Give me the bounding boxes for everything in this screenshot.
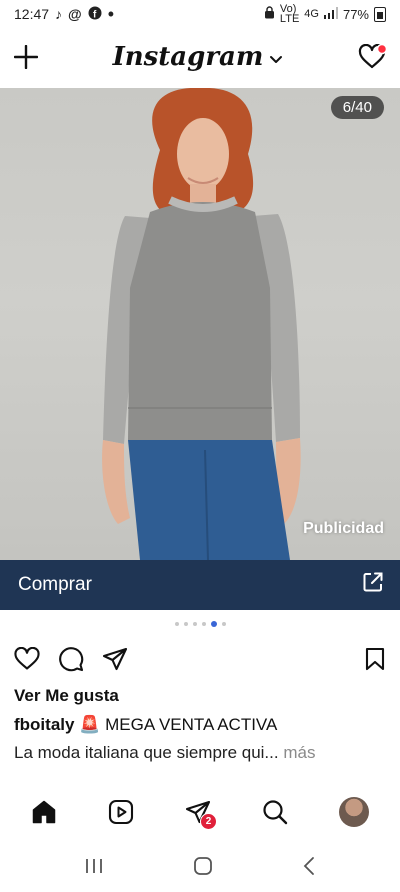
save-icon[interactable] — [364, 647, 386, 671]
facebook-icon: f — [88, 6, 102, 23]
like-icon[interactable] — [14, 647, 40, 671]
share-icon[interactable] — [102, 647, 128, 671]
siren-emoji: 🚨 — [79, 715, 101, 734]
profile-avatar[interactable] — [338, 797, 369, 827]
status-left: 12:47 ♪ @ f • — [14, 4, 115, 24]
instagram-logo: Instagram — [112, 42, 264, 72]
direct-icon[interactable]: 2 — [185, 800, 217, 830]
shop-now-label: Comprar — [18, 574, 92, 595]
home-icon[interactable] — [31, 799, 57, 825]
bottom-nav: 2 — [0, 790, 400, 834]
carousel-dot — [183, 622, 188, 626]
post-image[interactable]: 6/40 Publicidad — [0, 88, 400, 560]
notification-dot-icon: • — [107, 4, 115, 24]
home-button-icon[interactable] — [193, 856, 213, 881]
search-icon[interactable] — [262, 799, 288, 825]
caption-header: fboitaly 🚨 MEGA VENTA ACTIVA — [14, 715, 277, 735]
heart-icon[interactable] — [358, 44, 386, 70]
app-header: Instagram — [0, 28, 400, 86]
carousel-counter: 6/40 — [330, 96, 384, 119]
carousel-dot — [192, 622, 197, 626]
lock-icon — [264, 6, 275, 22]
carousel-dot — [201, 622, 206, 626]
direct-badge: 2 — [199, 813, 217, 830]
network-bottom: LTE — [279, 13, 300, 25]
post-username[interactable]: fboitaly — [14, 715, 74, 734]
caption-more-link[interactable]: más — [283, 743, 315, 762]
status-bar: 12:47 ♪ @ f • Vo) LTE 4G 77% — [0, 0, 400, 28]
network-indicator: Vo) LTE — [279, 4, 300, 25]
caption-text: La moda italiana que siempre qui... — [14, 743, 279, 762]
carousel-dot — [221, 622, 226, 626]
tiktok-icon: ♪ — [55, 6, 63, 22]
battery-text: 77% — [342, 6, 369, 22]
post-actions-left — [14, 646, 128, 672]
plus-icon[interactable] — [14, 45, 38, 69]
threads-icon: @ — [68, 6, 82, 22]
back-icon[interactable] — [302, 856, 316, 881]
external-link-icon — [362, 571, 384, 599]
shop-now-button[interactable]: Comprar — [0, 560, 400, 610]
instagram-logo-button[interactable]: Instagram — [113, 42, 284, 72]
battery-icon — [374, 6, 386, 22]
signal-icon — [323, 6, 338, 22]
system-nav-bar — [0, 848, 400, 888]
chevron-down-icon — [269, 42, 283, 72]
carousel-dot — [174, 622, 179, 626]
caption-title: MEGA VENTA ACTIVA — [105, 715, 278, 734]
view-likes-link[interactable]: Ver Me gusta — [14, 686, 119, 706]
recent-apps-icon[interactable] — [84, 857, 104, 880]
caption-body: La moda italiana que siempre qui... más — [14, 743, 315, 763]
comment-icon[interactable] — [58, 646, 84, 672]
network-type: 4G — [304, 8, 319, 20]
carousel-indicator — [0, 621, 400, 627]
status-time: 12:47 — [14, 6, 50, 22]
sponsored-label: Publicidad — [303, 520, 384, 537]
reels-icon[interactable] — [108, 799, 134, 825]
model-illustration — [102, 88, 301, 560]
post-actions — [0, 642, 400, 676]
carousel-dot-active — [210, 621, 217, 627]
status-right: Vo) LTE 4G 77% — [264, 4, 386, 25]
